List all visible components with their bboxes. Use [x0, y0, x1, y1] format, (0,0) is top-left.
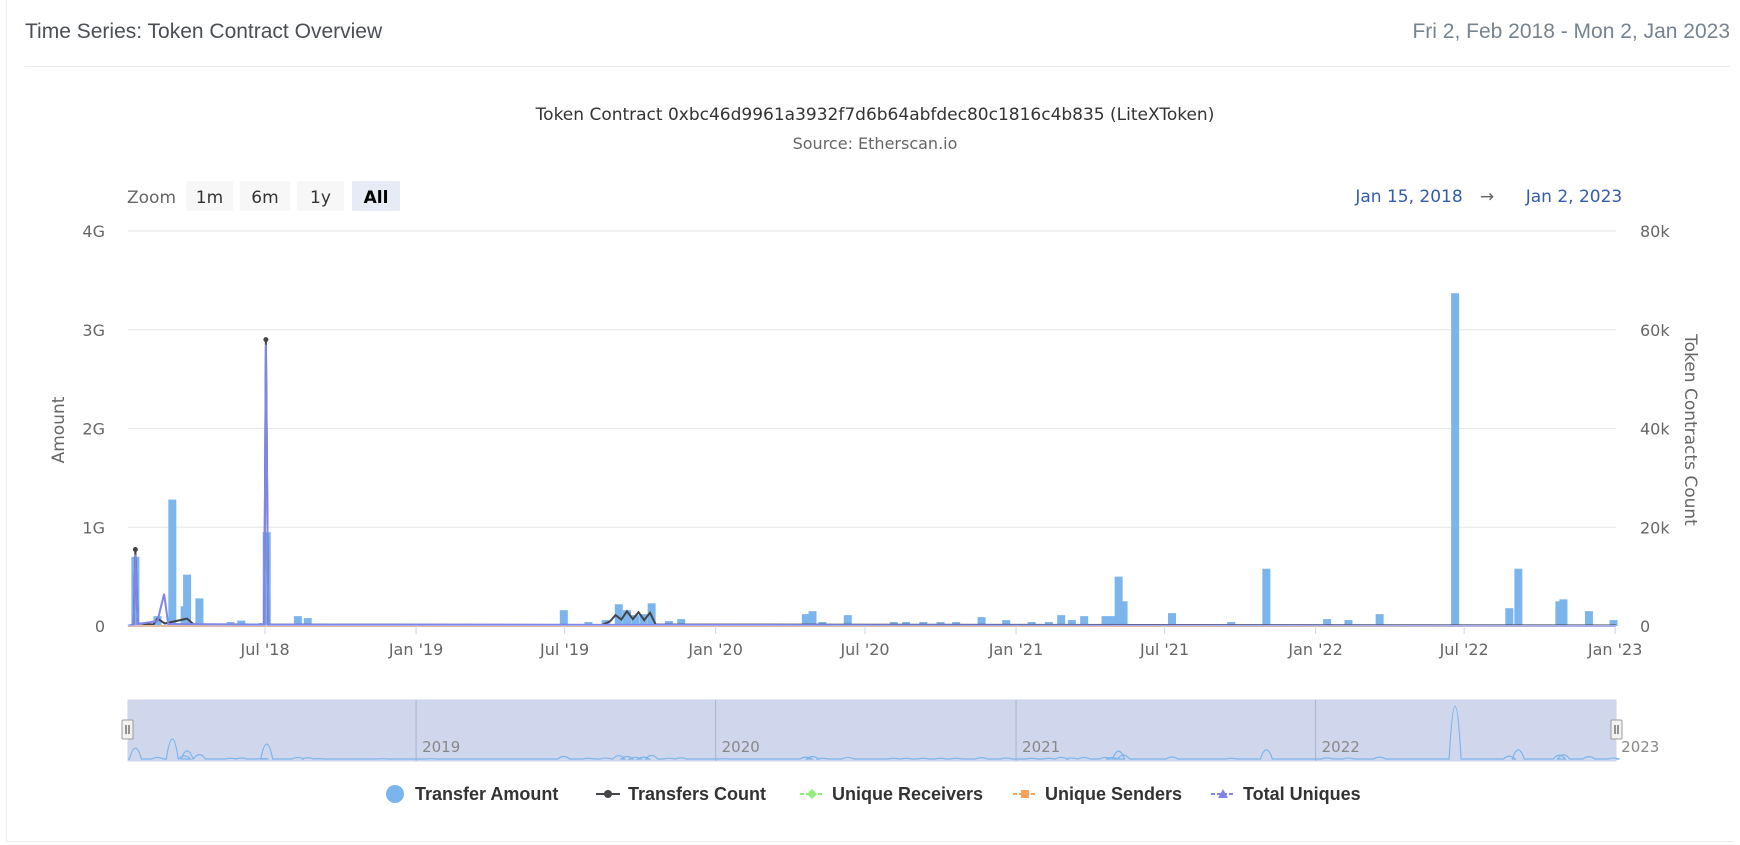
range-arrow: → [1480, 187, 1494, 207]
chart-title: Token Contract 0xbc46d9961a3932f7d6b64ab… [535, 105, 1215, 125]
transfer-amount-bar[interactable] [1584, 611, 1593, 626]
zoom-button-label: All [364, 188, 389, 208]
transfer-amount-bar[interactable] [1119, 601, 1128, 626]
navigator-year-label: 2020 [722, 738, 760, 756]
legend-item-transfer-amount[interactable]: Transfer Amount [386, 784, 558, 804]
chart-subtitle: Source: Etherscan.io [793, 134, 958, 153]
x-tick-label: Jul '21 [1139, 640, 1189, 659]
total-uniques-line[interactable] [127, 344, 1617, 627]
transfer-amount-bar[interactable] [1262, 568, 1271, 626]
legend-label: Transfers Count [628, 784, 766, 804]
y2-tick-label: 40k [1640, 420, 1670, 439]
legend-marker-icon [604, 790, 612, 798]
y-tick-label: 0 [95, 617, 105, 636]
grid-lines [128, 230, 1616, 528]
y2-axis-title: Token Contracts Count [1680, 333, 1700, 526]
line-series [127, 337, 1617, 627]
x-axis: Jul '18 Jan '19 Jul '19 Jan '20 Jul '20 Jan '… [239, 626, 1642, 659]
legend-label: Unique Senders [1045, 784, 1182, 804]
y2-tick-label: 0 [1640, 617, 1650, 636]
x-tick-label: Jan '20 [687, 640, 743, 659]
x-tick-label: Jul '18 [239, 640, 289, 659]
transfer-amount-bar[interactable] [1559, 599, 1568, 626]
x-tick-label: Jan '21 [988, 640, 1044, 659]
legend-label: Total Uniques [1243, 784, 1361, 804]
transfer-amount-bar[interactable] [168, 499, 177, 626]
transfer-amount-bar[interactable] [1375, 614, 1384, 626]
legend-marker-icon [1021, 790, 1029, 798]
y-tick-label: 4G [82, 222, 105, 241]
transfers-count-point[interactable] [132, 546, 138, 552]
zoom-button-label: 6m [251, 188, 278, 208]
range-from-input[interactable]: Jan 15, 2018 [1354, 187, 1462, 207]
transfer-amount-bar[interactable] [1514, 568, 1523, 626]
transfer-amount-bar[interactable] [559, 610, 568, 626]
y-tick-label: 3G [82, 321, 105, 340]
transfers-count-line[interactable] [127, 339, 1617, 627]
range-to-input[interactable]: Jan 2, 2023 [1525, 187, 1623, 207]
transfer-amount-bar[interactable] [1505, 608, 1514, 626]
zoom-label: Zoom [127, 188, 176, 208]
navigator-year-label: 2022 [1322, 738, 1360, 756]
navigator-right-handle[interactable] [1610, 719, 1623, 740]
zoom-button-6m[interactable]: 6m [240, 181, 290, 211]
zoom-button-label: 1m [196, 188, 223, 208]
navigator-year-label: 2023 [1621, 738, 1659, 756]
legend-item-unique-receivers[interactable]: Unique Receivers [800, 784, 983, 804]
navigator-left-handle[interactable] [121, 719, 134, 740]
navigator[interactable]: 2019 2020 2021 2022 2023 [121, 699, 1659, 762]
x-tick-label: Jul '20 [839, 640, 889, 659]
zoom-button-1y[interactable]: 1y [297, 181, 344, 211]
legend-item-transfers-count[interactable]: Transfers Count [596, 784, 766, 804]
navigator-year-label: 2021 [1022, 738, 1060, 756]
time-series-chart: Token Contract 0xbc46d9961a3932f7d6b64ab… [49, 105, 1700, 804]
legend-item-unique-senders[interactable]: Unique Senders [1013, 784, 1182, 804]
zoom-button-label: 1y [310, 188, 331, 208]
x-tick-label: Jan '22 [1287, 640, 1343, 659]
y-tick-label: 2G [82, 420, 105, 439]
x-tick-label: Jul '19 [539, 640, 589, 659]
legend-item-total-uniques[interactable]: Total Uniques [1211, 784, 1361, 804]
y-axis-left: 0 1G 2G 3G 4G [82, 222, 105, 636]
transfer-amount-bar[interactable] [195, 598, 204, 626]
y-tick-label: 1G [82, 518, 105, 537]
chart-legend: Transfer Amount Transfers Count Unique Rec… [386, 784, 1361, 804]
y-axis-right: 0 20k 40k 60k 80k [1640, 222, 1670, 636]
x-tick-label: Jan '19 [388, 640, 444, 659]
range-selector: Jan 15, 2018 → Jan 2, 2023 [1354, 187, 1622, 207]
y2-tick-label: 80k [1640, 222, 1670, 241]
y2-tick-label: 60k [1640, 321, 1670, 340]
zoom-button-all[interactable]: All [352, 181, 400, 211]
navigator-year-label: 2019 [422, 738, 460, 756]
y-axis-title: Amount [49, 396, 69, 463]
legend-marker-icon [386, 785, 404, 803]
x-tick-label: Jan '23 [1587, 640, 1643, 659]
legend-label: Unique Receivers [832, 784, 983, 804]
x-tick-label: Jul '22 [1439, 640, 1489, 659]
zoom-button-1m[interactable]: 1m [186, 181, 233, 211]
transfers-count-point[interactable] [263, 337, 269, 343]
legend-label: Transfer Amount [415, 784, 558, 804]
zoom-controls: Zoom 1m 6m 1y All [127, 181, 400, 211]
navigator-mask[interactable] [127, 699, 1617, 762]
transfer-amount-series [131, 293, 1618, 626]
transfer-amount-bar[interactable] [1451, 293, 1460, 626]
legend-marker-icon [807, 789, 817, 799]
y2-tick-label: 20k [1640, 518, 1670, 537]
